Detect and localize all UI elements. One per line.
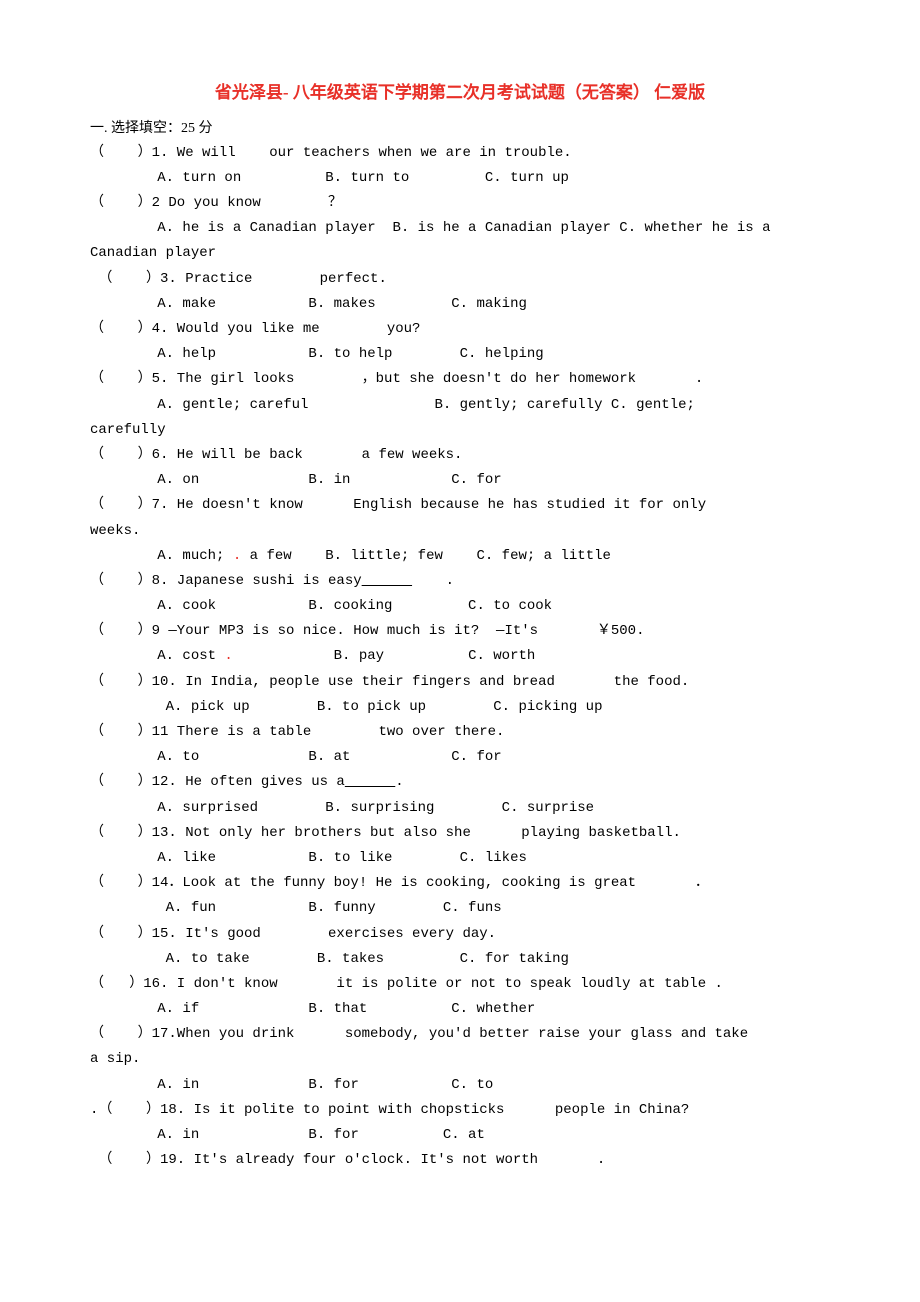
document-title: 省光泽县- 八年级英语下学期第二次月考试试题（无答案） 仁爱版 (90, 80, 830, 106)
question-16: （ ）16. I don't know it is polite or not … (90, 972, 830, 997)
question-13-options: A. like B. to like C. likes (90, 846, 830, 871)
question-1-options: A. turn on B. turn to C. turn up (90, 166, 830, 191)
question-7-continuation: weeks. (90, 519, 830, 544)
question-6-options: A. on B. in C. for (90, 468, 830, 493)
question-5-options: A. gentle; careful B. gently; carefully … (90, 393, 830, 418)
question-12: （ ）12. He often gives us a . (90, 770, 830, 795)
question-18-options: A. in B. for C. at (90, 1123, 830, 1148)
question-17-continuation: a sip. (90, 1047, 830, 1072)
section-header: 一. 选择填空：25 分 (90, 116, 830, 141)
question-14-options: A. fun B. funny C. funs (90, 896, 830, 921)
question-6: （ ）6. He will be back a few weeks. (90, 443, 830, 468)
question-1: （ ）1. We will our teachers when we are i… (90, 141, 830, 166)
question-3-options: A. make B. makes C. making (90, 292, 830, 317)
question-9-options: A. cost . B. pay C. worth (90, 644, 830, 669)
question-18: .（ ）18. Is it polite to point with chops… (90, 1098, 830, 1123)
question-10: （ ）10. In India, people use their finger… (90, 670, 830, 695)
question-15-options: A. to take B. takes C. for taking (90, 947, 830, 972)
question-11-options: A. to B. at C. for (90, 745, 830, 770)
question-5-cont: carefully (90, 418, 830, 443)
question-13: （ ）13. Not only her brothers but also sh… (90, 821, 830, 846)
question-17: （ ）17.When you drink somebody, you'd bet… (90, 1022, 830, 1047)
question-15: （ ）15. It's good exercises every day. (90, 922, 830, 947)
question-4: （ ）4. Would you like me you? (90, 317, 830, 342)
question-9: （ ）9 —Your MP3 is so nice. How much is i… (90, 619, 830, 644)
question-5: （ ）5. The girl looks ，but she doesn't do… (90, 367, 830, 392)
question-2: （ ）2 Do you know ？ (90, 191, 830, 216)
question-16-options: A. if B. that C. whether (90, 997, 830, 1022)
question-2-cont: Canadian player (90, 241, 830, 266)
question-8-options: A. cook B. cooking C. to cook (90, 594, 830, 619)
question-8: （ ）8. Japanese sushi is easy . (90, 569, 830, 594)
question-3: （ ）3. Practice perfect. (90, 267, 830, 292)
question-7: （ ）7. He doesn't know English because he… (90, 493, 830, 518)
question-14: （ ）14．Look at the funny boy! He is cooki… (90, 871, 830, 896)
question-10-options: A. pick up B. to pick up C. picking up (90, 695, 830, 720)
question-12-options: A. surprised B. surprising C. surprise (90, 796, 830, 821)
question-11: （ ）11 There is a table two over there. (90, 720, 830, 745)
questions-container: （ ）1. We will our teachers when we are i… (90, 141, 830, 1174)
question-19: （ ）19. It's already four o'clock. It's n… (90, 1148, 830, 1173)
question-17-options: A. in B. for C. to (90, 1073, 830, 1098)
question-2-options: A. he is a Canadian player B. is he a Ca… (90, 216, 830, 241)
question-7-options: A. much; . a few B. little; few C. few; … (90, 544, 830, 569)
question-4-options: A. help B. to help C. helping (90, 342, 830, 367)
